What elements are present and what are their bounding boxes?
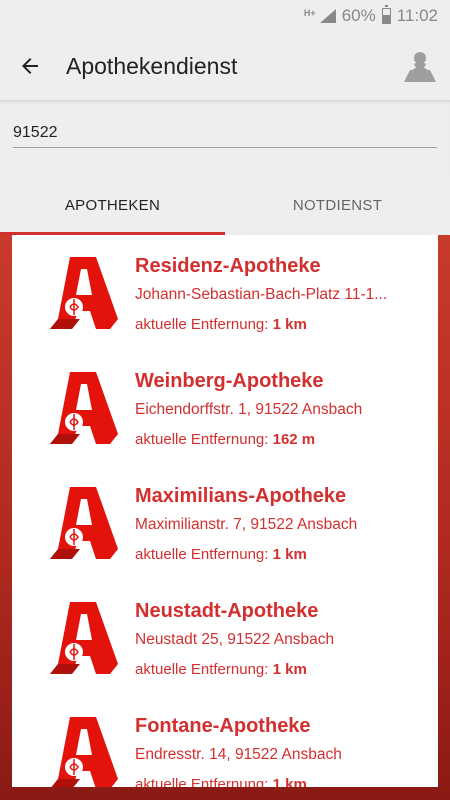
apotheke-logo-icon — [51, 717, 118, 787]
battery-percent: 60% — [341, 6, 376, 25]
tab-notdienst[interactable]: NOTDIENST — [225, 175, 450, 235]
page-title: Apothekendienst — [66, 52, 238, 79]
postal-code-input[interactable] — [13, 118, 437, 148]
search-area — [0, 100, 450, 175]
distance-label: aktuelle Entfernung: — [135, 431, 269, 448]
pharmacy-address: Maximilianstr. 7, 91522 Ansbach — [135, 516, 358, 533]
distance-label: aktuelle Entfernung: — [135, 776, 269, 787]
pharmacy-name: Maximilians-Apotheke — [135, 485, 347, 507]
distance-value: 1 km — [272, 776, 307, 787]
pharmacy-address: Endresstr. 14, 91522 Ansbach — [135, 746, 342, 763]
pharmacy-item-weinberg[interactable]: Weinberg-Apotheke Eichendorffstr. 1, 915… — [12, 350, 438, 465]
pharmacy-distance: aktuelle Entfernung: 1 km — [135, 776, 307, 787]
app-bar: Apothekendienst — [0, 32, 450, 100]
distance-label: aktuelle Entfernung: — [135, 546, 269, 563]
pharmacy-distance: aktuelle Entfernung: 1 km — [135, 546, 307, 563]
pharmacy-address: Eichendorffstr. 1, 91522 Ansbach — [135, 401, 363, 418]
apotheke-logo-icon — [50, 257, 118, 329]
arrow-left-icon — [22, 58, 38, 74]
pharmacy-name: Fontane-Apotheke — [135, 715, 311, 737]
status-bar: H+ 60% 11:02 — [0, 0, 450, 32]
pharmacy-item-neustadt[interactable]: Neustadt-Apotheke Neustadt 25, 91522 Ans… — [12, 580, 438, 695]
back-button[interactable] — [0, 32, 60, 100]
distance-value: 1 km — [272, 661, 307, 678]
distance-label: aktuelle Entfernung: — [135, 316, 269, 333]
pharmacy-distance: aktuelle Entfernung: 162 m — [135, 431, 315, 448]
map-button[interactable] — [390, 32, 450, 100]
tab-apotheken[interactable]: APOTHEKEN — [0, 175, 225, 235]
signal-icon — [319, 9, 336, 23]
tab-bar: APOTHEKEN NOTDIENST — [0, 175, 450, 235]
pharmacy-list-background: Residenz-Apotheke Johann-Sebastian-Bach-… — [0, 235, 450, 800]
pharmacy-item-residenz[interactable]: Residenz-Apotheke Johann-Sebastian-Bach-… — [12, 235, 438, 350]
network-type: H+ — [303, 8, 316, 18]
pharmacy-distance: aktuelle Entfernung: 1 km — [135, 661, 307, 678]
clock: 11:02 — [396, 6, 438, 25]
map-marker-icon — [404, 52, 436, 82]
pharmacy-list[interactable]: Residenz-Apotheke Johann-Sebastian-Bach-… — [12, 235, 438, 787]
distance-value: 1 km — [272, 546, 307, 563]
pharmacy-address: Johann-Sebastian-Bach-Platz 11-1... — [135, 286, 388, 303]
pharmacy-name: Residenz-Apotheke — [135, 255, 321, 277]
apotheke-logo-icon — [50, 602, 118, 674]
distance-value: 162 m — [272, 431, 316, 448]
pharmacy-name: Weinberg-Apotheke — [135, 370, 324, 392]
pharmacy-item-maximilians[interactable]: Maximilians-Apotheke Maximilianstr. 7, 9… — [12, 465, 438, 580]
apotheke-logo-icon — [50, 487, 118, 559]
pharmacy-item-fontane[interactable]: Fontane-Apotheke Endresstr. 14, 91522 An… — [12, 695, 438, 787]
battery-icon — [381, 5, 391, 24]
apotheke-logo-icon — [50, 372, 118, 444]
distance-label: aktuelle Entfernung: — [135, 661, 269, 678]
distance-value: 1 km — [272, 316, 307, 333]
pharmacy-distance: aktuelle Entfernung: 1 km — [135, 316, 307, 333]
pharmacy-name: Neustadt-Apotheke — [135, 600, 319, 622]
pharmacy-address: Neustadt 25, 91522 Ansbach — [135, 631, 335, 648]
